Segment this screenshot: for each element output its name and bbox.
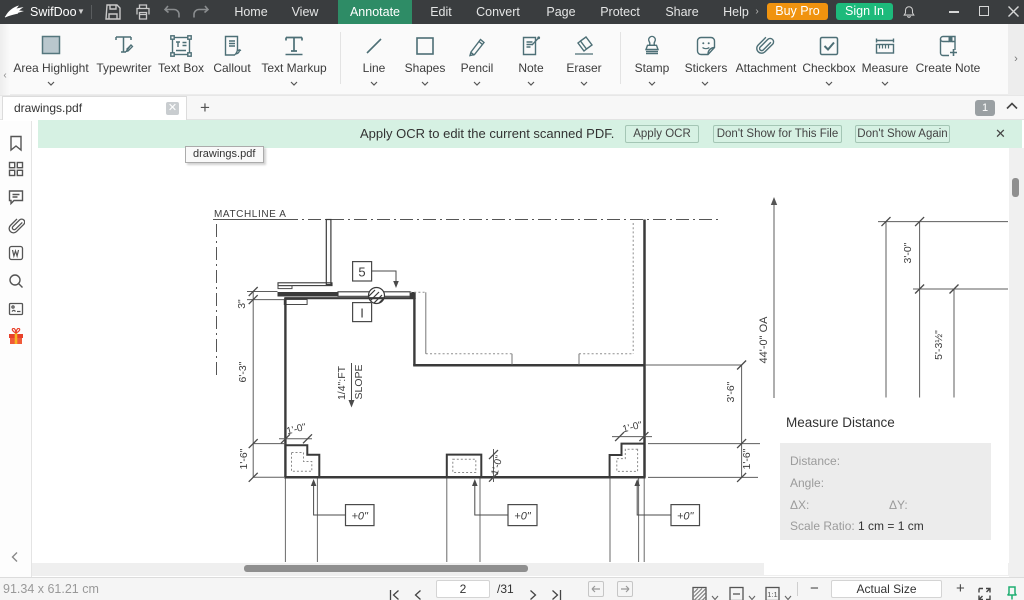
svg-text:1:1: 1:1 [767, 590, 777, 599]
